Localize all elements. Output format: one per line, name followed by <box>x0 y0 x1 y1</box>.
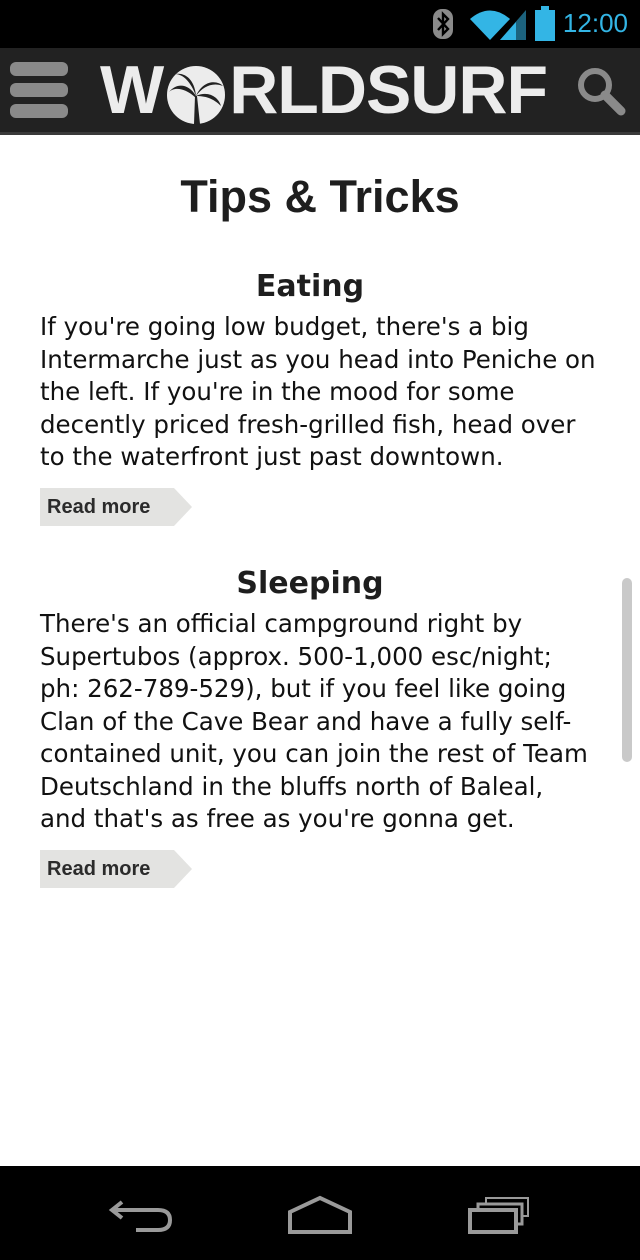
navigation-bar <box>0 1166 640 1260</box>
scrollbar[interactable] <box>622 578 632 762</box>
logo-text-right: RLDSURF <box>229 52 548 128</box>
tip-eating: Eating If you're going low budget, there… <box>40 267 600 526</box>
battery-icon <box>535 6 555 41</box>
read-more-button[interactable]: Read more <box>40 487 193 526</box>
worldsurf-logo: W RLDSURF <box>100 52 548 128</box>
read-more-button[interactable]: Read more <box>40 849 193 888</box>
back-icon[interactable] <box>108 1194 174 1234</box>
tip-body: If you're going low budget, there's a bi… <box>40 312 596 471</box>
globe-palm-icon <box>167 66 226 125</box>
status-bar: 12:00 <box>0 0 640 48</box>
signal-icon <box>500 10 526 40</box>
search-icon[interactable] <box>574 64 626 116</box>
hamburger-menu-icon[interactable] <box>10 62 68 118</box>
home-icon[interactable] <box>286 1194 354 1236</box>
tip-heading: Sleeping <box>236 566 384 601</box>
app-header: W RLDSURF <box>0 48 640 135</box>
content-area: Tips & Tricks Eating If you're going low… <box>0 135 640 1165</box>
tip-body: There's an official campground right by … <box>40 609 588 833</box>
tip-sleeping: Sleeping There's an official campground … <box>40 564 600 888</box>
bluetooth-icon <box>433 9 453 39</box>
logo-text-left: W <box>100 52 164 128</box>
page-title: Tips & Tricks <box>180 171 460 222</box>
tip-heading: Eating <box>255 269 365 304</box>
recent-apps-icon[interactable] <box>466 1194 532 1236</box>
clock: 12:00 <box>562 8 628 38</box>
